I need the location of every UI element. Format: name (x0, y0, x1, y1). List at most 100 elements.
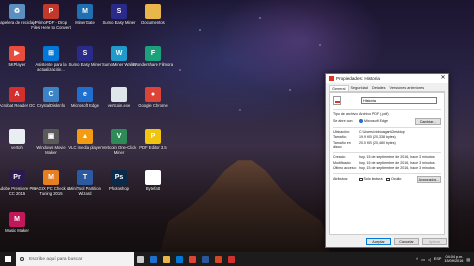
file-type-label: Tipo de archivo: (333, 112, 359, 116)
disk-size-label: Tamaño en disco: (333, 140, 351, 150)
5kplayer-icon: ▶ (9, 45, 25, 61)
notifications-icon[interactable]: ▤ (466, 257, 470, 262)
network-icon[interactable]: ▭ (421, 257, 425, 262)
recycle-bin-icon: ♻ (9, 4, 25, 19)
explorer-taskbar-icon[interactable] (160, 252, 173, 266)
music-maker-icon: M (9, 211, 25, 227)
premiere-icon: Pr (9, 170, 25, 185)
powerpoint-taskbar-icon[interactable] (212, 252, 225, 266)
tab-general[interactable]: General (329, 85, 349, 91)
chrome-icon: ● (145, 87, 161, 102)
tab-previous-versions[interactable]: Versiones anteriores (388, 85, 427, 91)
chrome-taskbar-icon[interactable] (186, 252, 199, 266)
ok-button[interactable]: Aceptar (366, 238, 391, 245)
clock[interactable]: 04:04 p.m. 15/09/2016 (444, 255, 463, 264)
divider (333, 109, 441, 110)
volume-icon[interactable]: ◁ (428, 257, 431, 262)
desktop-icon[interactable]: ● Google Chrome (132, 86, 174, 126)
bytefatt-icon (145, 170, 161, 185)
movie-maker-icon: ▣ (43, 128, 59, 144)
taskbar-search-box[interactable]: Escribe aquí para buscar (16, 252, 134, 266)
cancel-button[interactable]: Cancelar (394, 238, 419, 245)
sumo-easy-miner-icon: S (111, 4, 127, 19)
opens-with-value-group: Microsoft Edge (359, 119, 388, 124)
created-value: hoy, 15 de septiembre de 2016, hace 3 mi… (359, 154, 435, 159)
edge-taskbar-icon[interactable] (147, 252, 160, 266)
desktop-icon-label: Bytefatt (145, 186, 161, 191)
dialog-titlebar[interactable]: Propiedades: Historia ✕ (326, 74, 448, 83)
taskbar-apps (134, 252, 238, 266)
hidden-label: Oculto (390, 176, 402, 181)
vertoh-icon (9, 128, 25, 144)
close-button[interactable]: ✕ (438, 74, 448, 83)
divider (333, 126, 441, 128)
pdf-editor-icon: P (145, 128, 161, 144)
start-button[interactable] (0, 252, 16, 266)
tab-details[interactable]: Detalles (370, 85, 388, 91)
search-placeholder: Escribe aquí para buscar (29, 256, 83, 262)
desktop-icon-label: Music Maker (5, 227, 29, 233)
clock-date: 15/09/2016 (444, 259, 464, 263)
photoshop-icon: Ps (111, 170, 127, 185)
search-icon (20, 257, 24, 261)
folder-icon (145, 4, 161, 19)
attributes-label: Atributos: (333, 176, 349, 181)
minergate-icon: M (77, 4, 93, 19)
file-name-field[interactable] (361, 97, 437, 104)
chevron-up-icon[interactable]: ˄ (416, 257, 418, 261)
desktop-icon[interactable]: P PDF Editor 3.5 (132, 128, 174, 168)
readonly-checkbox[interactable]: Solo lectura (359, 177, 382, 182)
primopdf-icon: P (43, 4, 59, 19)
word-taskbar-icon[interactable] (199, 252, 212, 266)
pdf-file-icon (329, 76, 334, 81)
acrobat-reader-icon: A (9, 87, 25, 102)
change-button[interactable]: Cambiar... (415, 117, 441, 125)
properties-dialog: Propiedades: Historia ✕ General Segurida… (325, 73, 449, 248)
task-view-icon[interactable] (134, 252, 147, 266)
dialog-title: Propiedades: Historia (336, 76, 380, 81)
tab-security[interactable]: Seguridad (349, 85, 370, 91)
desktop-icon-label: Documentos (141, 20, 165, 25)
desktop-icon[interactable]: M Music Maker (0, 211, 38, 251)
sumo-easy-miner-2-icon: S (77, 45, 93, 61)
location-value: C:\Users\vidnoagan\Desktop (359, 129, 405, 134)
hidden-checkbox[interactable]: Oculto (386, 177, 401, 182)
divider (333, 151, 441, 153)
advanced-button[interactable]: Avanzados... (417, 175, 441, 183)
sumominer-wallet-icon: W (111, 45, 127, 61)
disk-size-value: 20.0 KB (20,480 bytes) (359, 140, 396, 145)
size-label: Tamaño: (333, 135, 347, 140)
crystaldiskinfo-icon: C (43, 87, 59, 102)
desktop-icon-label: Wondershare Filmora (132, 61, 174, 67)
acrobat-taskbar-icon[interactable] (225, 252, 238, 266)
pdf-document-icon (333, 96, 341, 105)
minitool-icon: T (77, 170, 93, 185)
desktop-icon[interactable]: F Wondershare Filmora (132, 45, 174, 85)
accessed-value: hoy, 15 de septiembre de 2016, hace 3 mi… (359, 166, 435, 171)
vertcoin-miner-icon: V (111, 128, 127, 144)
tab-bar: General Seguridad Detalles Versiones ant… (329, 85, 445, 92)
filmora-icon: F (145, 45, 161, 61)
vertcoin-icon (111, 87, 127, 102)
desktop-icon[interactable]: Documentos (132, 3, 174, 43)
desktop-icon-label: Google Chrome (138, 103, 168, 108)
edge-icon (359, 119, 363, 124)
size-value: 19.9 KB (20,338 bytes) (359, 135, 396, 140)
file-type-value: Archivo PDF (.pdf) (359, 112, 389, 116)
store-taskbar-icon[interactable] (173, 252, 186, 266)
system-tray: ˄ ▭ ◁ ESP 04:04 p.m. 15/09/2016 ▤ (416, 255, 474, 264)
windows-update-assistant-icon: ⊞ (43, 45, 59, 61)
modified-value: hoy, 15 de septiembre de 2016, hace 3 mi… (359, 160, 435, 165)
edge-icon: e (77, 87, 93, 102)
modified-label: Modificado: (333, 160, 352, 165)
apply-button[interactable]: Aplicar (422, 238, 447, 245)
magix-icon: M (43, 170, 59, 185)
location-label: Ubicación: (333, 129, 350, 134)
accessed-label: Último acceso: (333, 166, 357, 171)
desktop-icon[interactable]: Bytefatt (132, 169, 174, 209)
dialog-footer: Aceptar Cancelar Aplicar (329, 238, 447, 245)
desktop: ♻ Papelera de reciclaje P PrimoPDF - Drop F… (0, 0, 474, 252)
opens-with-value: Microsoft Edge (364, 118, 388, 123)
desktop-icon-label: PDF Editor 3.5 (139, 144, 167, 150)
language-indicator[interactable]: ESP (434, 257, 442, 261)
